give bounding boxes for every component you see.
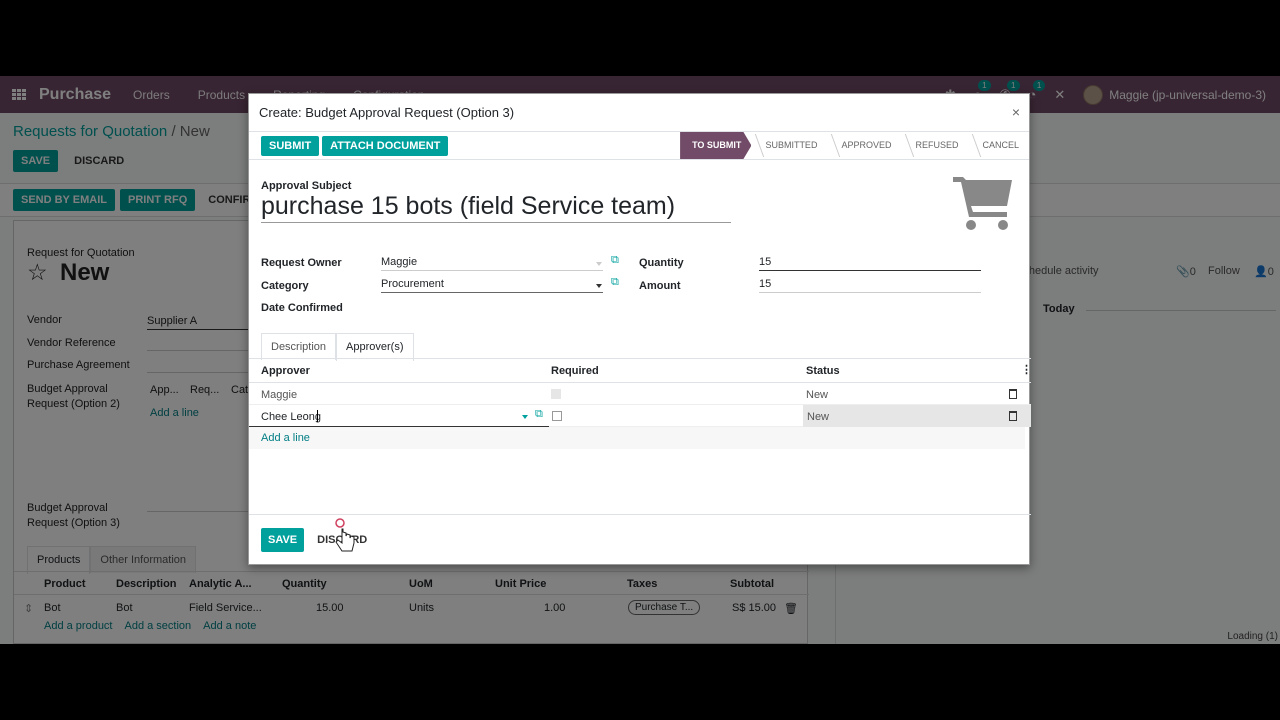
- amount-label: Amount: [639, 280, 681, 292]
- stage-submitted[interactable]: SUBMITTED: [751, 132, 827, 159]
- category-field[interactable]: Procurement: [381, 275, 603, 293]
- dialog-header: Create: Budget Approval Request (Option …: [249, 94, 1029, 132]
- shopping-cart-icon: [953, 177, 1012, 230]
- tab-description[interactable]: Description: [261, 333, 337, 360]
- submit-button[interactable]: SUBMIT: [261, 135, 320, 156]
- approver-row-editing[interactable]: Chee Leong ⧉ New: [249, 405, 1031, 427]
- col-approver[interactable]: Approver: [261, 365, 310, 377]
- dialog-statusbar: SUBMIT ATTACH DOCUMENT TO SUBMIT SUBMITT…: [249, 132, 1029, 160]
- category-label: Category: [261, 280, 309, 292]
- category-dropdown-icon[interactable]: [596, 284, 602, 288]
- dialog-notebook-tabs: Description Approver(s): [261, 333, 414, 361]
- tab-approvers[interactable]: Approver(s): [336, 333, 414, 361]
- category-value: Procurement: [381, 278, 444, 290]
- delete-approver-icon[interactable]: [1009, 389, 1017, 399]
- optional-columns-icon[interactable]: ⋮: [1021, 363, 1032, 376]
- stage-pipeline: TO SUBMIT SUBMITTED APPROVED REFUSED CAN…: [680, 132, 1029, 159]
- dialog-save-button[interactable]: SAVE: [261, 527, 305, 552]
- required-checkbox[interactable]: [552, 411, 562, 421]
- approver-name: Maggie: [261, 389, 298, 401]
- approver-input-value: Chee Leong: [261, 411, 321, 423]
- quantity-value: 15: [759, 256, 772, 268]
- col-status[interactable]: Status: [806, 365, 840, 377]
- approvers-table: Approver Required Status ⋮ Maggie New Ch…: [249, 359, 1032, 449]
- required-checkbox[interactable]: [551, 389, 561, 399]
- dialog-title: Create: Budget Approval Request (Option …: [259, 105, 515, 120]
- approvers-table-header: Approver Required Status ⋮: [249, 359, 1032, 383]
- close-dialog-icon[interactable]: ×: [1012, 104, 1020, 120]
- approval-subject-label: Approval Subject: [261, 180, 352, 192]
- approver-external-link-icon[interactable]: ⧉: [535, 408, 543, 421]
- stage-cancel[interactable]: CANCEL: [968, 132, 1029, 159]
- request-owner-external-link-icon[interactable]: ⧉: [611, 254, 619, 267]
- date-confirmed-label: Date Confirmed: [261, 302, 343, 314]
- approver-row[interactable]: Maggie New: [249, 383, 1031, 405]
- mouse-pointer-icon: [335, 518, 355, 552]
- request-owner-dropdown-icon[interactable]: [596, 262, 602, 266]
- category-external-link-icon[interactable]: ⧉: [611, 276, 619, 289]
- amount-field[interactable]: 15: [759, 275, 981, 293]
- approval-subject-input[interactable]: purchase 15 bots (field Service team): [261, 192, 731, 223]
- add-approver-line[interactable]: Add a line: [249, 427, 1025, 449]
- request-owner-label: Request Owner: [261, 257, 342, 269]
- stage-to-submit[interactable]: TO SUBMIT: [680, 132, 751, 159]
- request-owner-value: Maggie: [381, 256, 418, 268]
- approver-status: New: [807, 411, 830, 423]
- approver-status: New: [806, 389, 829, 401]
- dialog-footer: SAVE DISCARD: [249, 514, 1031, 564]
- screen: Purchase Orders Products Reporting Confi…: [0, 76, 1280, 644]
- amount-value: 15: [759, 278, 772, 290]
- stage-approved[interactable]: APPROVED: [827, 132, 901, 159]
- approver-input[interactable]: Chee Leong: [249, 405, 549, 427]
- approver-dropdown-icon[interactable]: [522, 415, 528, 419]
- dialog-body: Approval Subject purchase 15 bots (field…: [249, 160, 1032, 516]
- delete-approver-icon[interactable]: [1009, 411, 1017, 421]
- col-required[interactable]: Required: [551, 365, 599, 377]
- text-caret: [317, 410, 318, 422]
- create-approval-dialog: Create: Budget Approval Request (Option …: [248, 93, 1032, 565]
- quantity-label: Quantity: [639, 257, 684, 269]
- attach-document-button[interactable]: ATTACH DOCUMENT: [322, 135, 449, 156]
- request-owner-field[interactable]: Maggie: [381, 253, 603, 271]
- add-a-line-link[interactable]: Add a line: [261, 432, 310, 444]
- quantity-field[interactable]: 15: [759, 253, 981, 271]
- stage-refused[interactable]: REFUSED: [901, 132, 968, 159]
